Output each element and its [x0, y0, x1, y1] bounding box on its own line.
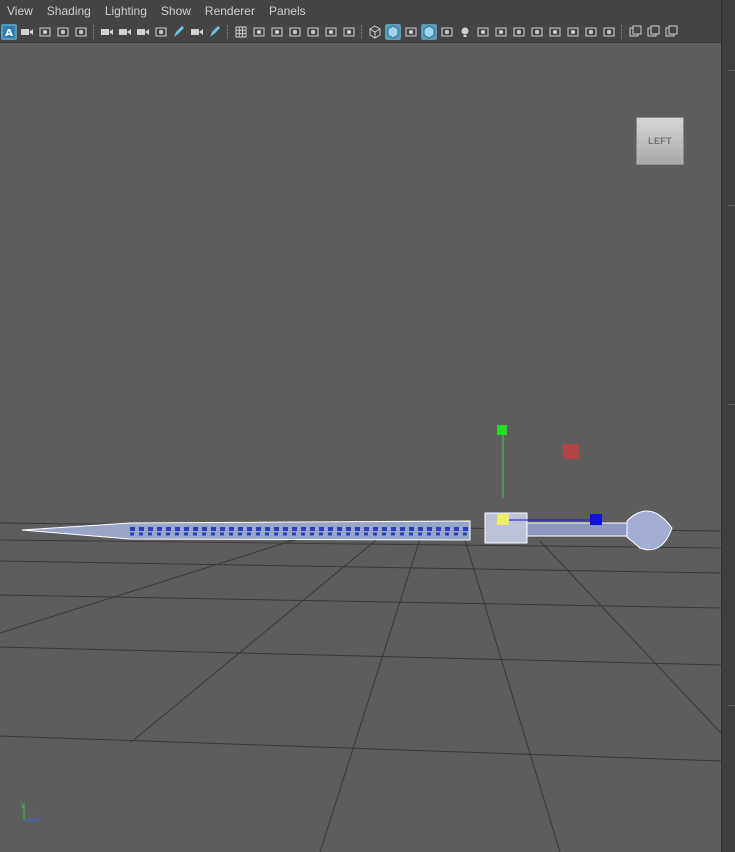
grid-icon[interactable] [233, 24, 249, 40]
lights-icon[interactable] [457, 24, 473, 40]
menu-lighting[interactable]: Lighting [98, 0, 154, 22]
film-gate-icon[interactable] [251, 24, 267, 40]
menu-shading[interactable]: Shading [40, 0, 98, 22]
toolbar-separator [226, 24, 230, 40]
quad-view-icon[interactable] [663, 24, 679, 40]
toolbar-separator [92, 24, 96, 40]
select-camera-icon[interactable]: A [1, 24, 17, 40]
camera-attributes-icon[interactable] [19, 24, 35, 40]
grid-line [539, 540, 721, 734]
viewport-scene[interactable] [0, 43, 721, 852]
scrollbar-tick [728, 404, 735, 405]
sword-handle [526, 522, 628, 537]
image-plane-icon[interactable] [55, 24, 71, 40]
menu-renderer[interactable]: Renderer [198, 0, 262, 22]
textured-icon[interactable] [439, 24, 455, 40]
sword-pommel [626, 510, 673, 551]
move-manipulator[interactable] [497, 425, 602, 525]
manipulator-z-handle [590, 514, 602, 525]
grid-line [319, 538, 421, 852]
svg-text:A: A [5, 28, 13, 39]
resolution-gate-icon[interactable] [269, 24, 285, 40]
camera-icon[interactable] [99, 24, 115, 40]
manipulator-center-handle [497, 514, 509, 525]
axis-indicator [23, 805, 36, 821]
ambient-occlusion-icon[interactable] [493, 24, 509, 40]
safe-action-icon[interactable] [323, 24, 339, 40]
grid-line [0, 560, 721, 574]
grid-line [0, 539, 721, 549]
viewport-3d[interactable]: LEFT [0, 43, 721, 852]
single-view-icon[interactable] [627, 24, 643, 40]
camera-record-icon[interactable] [117, 24, 133, 40]
axis-label-z: z [36, 813, 40, 822]
scrollbar-tick [728, 705, 735, 706]
bookmark-icon[interactable] [153, 24, 169, 40]
xray-joints-icon[interactable] [583, 24, 599, 40]
toolbar-separator [620, 24, 624, 40]
field-chart-icon[interactable] [305, 24, 321, 40]
grid-line [129, 536, 381, 744]
depth-of-field-icon[interactable] [547, 24, 563, 40]
menu-show[interactable]: Show [154, 0, 198, 22]
grid-line [0, 534, 311, 634]
xray-icon[interactable] [565, 24, 581, 40]
smooth-shade-icon[interactable] [385, 24, 401, 40]
axis-label-y: y [21, 800, 25, 809]
grid-line [464, 539, 561, 852]
pencil-icon[interactable] [207, 24, 223, 40]
bookmarks-icon[interactable] [37, 24, 53, 40]
view-cube[interactable]: LEFT [636, 117, 684, 165]
film-camera-icon[interactable] [135, 24, 151, 40]
panel-menu-bar: View Shading Lighting Show Renderer Panels [0, 0, 721, 22]
manipulator-x-handle [563, 444, 579, 459]
ground-grid [0, 522, 721, 852]
grid-line [0, 594, 721, 609]
safe-title-icon[interactable] [341, 24, 357, 40]
wireframe-icon[interactable] [367, 24, 383, 40]
isolate-select-icon[interactable] [601, 24, 617, 40]
grid-line [0, 735, 721, 762]
wireframe-on-shaded-icon[interactable] [421, 24, 437, 40]
grid-line [0, 646, 721, 666]
scrollbar-tick [728, 205, 735, 206]
motion-blur-icon[interactable] [511, 24, 527, 40]
scrollbar-tick [728, 70, 735, 71]
panel-scrollbar[interactable] [721, 0, 735, 852]
panel-toolbar: A [0, 22, 721, 43]
default-material-icon[interactable] [403, 24, 419, 40]
manipulator-y-handle [497, 425, 507, 435]
toolbar-separator [360, 24, 364, 40]
anti-aliasing-icon[interactable] [529, 24, 545, 40]
menu-panels[interactable]: Panels [262, 0, 313, 22]
shadows-icon[interactable] [475, 24, 491, 40]
two-panes-icon[interactable] [645, 24, 661, 40]
gate-mask-icon[interactable] [287, 24, 303, 40]
camera-dolly-icon[interactable] [189, 24, 205, 40]
2d-pan-zoom-icon[interactable] [73, 24, 89, 40]
menu-view[interactable]: View [0, 0, 40, 22]
grease-pencil-icon[interactable] [171, 24, 187, 40]
